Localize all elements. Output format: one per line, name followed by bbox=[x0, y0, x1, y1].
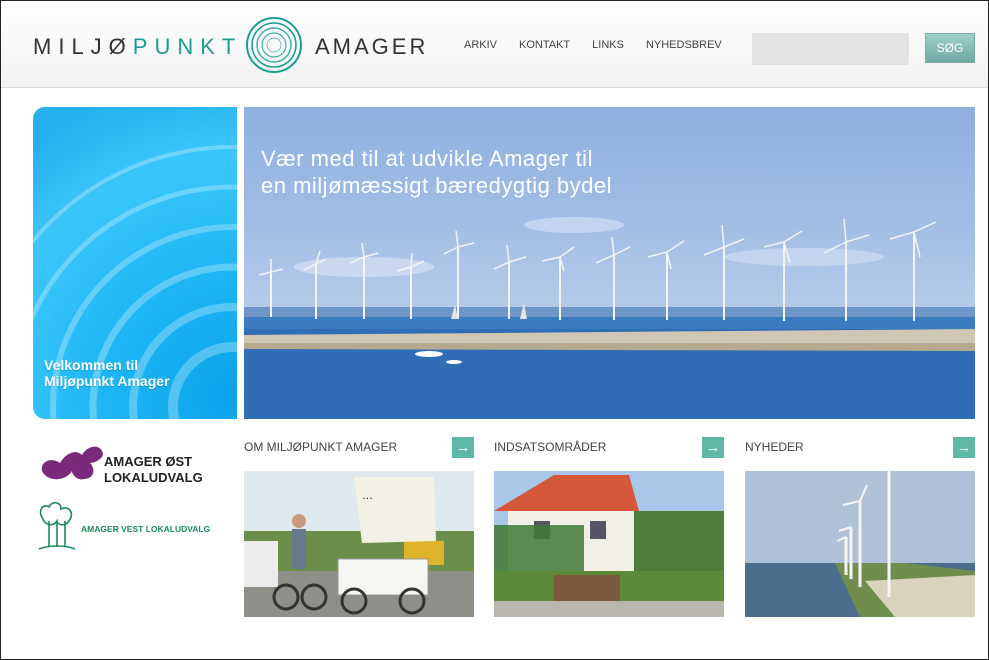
amager-vest-lokaludvalg-logo[interactable]: AMAGER VEST LOKALUDVALG bbox=[35, 501, 235, 556]
logo-text-right: AMAGER bbox=[315, 34, 429, 59]
svg-text:…: … bbox=[362, 490, 373, 502]
logo-text-left: MILJØPUNKT bbox=[33, 34, 243, 59]
nav-nyhedsbrev[interactable]: NYHEDSBREV bbox=[646, 39, 722, 51]
purple-blob-logo-icon: AMAGER ØST LOKALUDVALG bbox=[41, 446, 203, 485]
cargo-bike-photo[interactable]: … bbox=[244, 471, 474, 617]
svg-text:AMAGER ØST: AMAGER ØST bbox=[104, 454, 192, 469]
welcome-panel[interactable]: Velkommen til Miljøpunkt Amager bbox=[33, 107, 237, 419]
arrow-right-icon[interactable]: → bbox=[953, 437, 975, 458]
svg-text:LOKALUDVALG: LOKALUDVALG bbox=[104, 470, 203, 485]
search-button[interactable]: SØG bbox=[925, 33, 975, 63]
card-title[interactable]: INDSATSOMRÅDER bbox=[494, 440, 606, 454]
nav-kontakt[interactable]: KONTAKT bbox=[519, 39, 570, 51]
card-title[interactable]: NYHEDER bbox=[745, 440, 804, 454]
logo-ring-icon bbox=[246, 17, 302, 73]
site-header: MILJØPUNKT AMAGER ARKIV KONTAKT LINKS NY… bbox=[1, 1, 988, 88]
arrow-right-icon[interactable]: → bbox=[452, 437, 474, 458]
page-frame: MILJØPUNKT AMAGER ARKIV KONTAKT LINKS NY… bbox=[0, 0, 989, 660]
nav-links[interactable]: LINKS bbox=[592, 39, 624, 51]
house-photo[interactable] bbox=[494, 471, 724, 617]
hero-tagline: Vær med til at udvikle Amager til en mil… bbox=[261, 146, 613, 198]
search-input[interactable] bbox=[752, 33, 909, 65]
wind-turbines-photo[interactable] bbox=[745, 471, 975, 617]
hero-banner[interactable]: Vær med til at udvikle Amager til en mil… bbox=[244, 107, 975, 419]
trees-logo-icon: AMAGER VEST LOKALUDVALG bbox=[38, 501, 211, 550]
top-nav: ARKIV KONTAKT LINKS NYHEDSBREV bbox=[464, 39, 722, 51]
arrow-right-icon[interactable]: → bbox=[702, 437, 724, 458]
svg-text:AMAGER VEST LOKALUDVALG: AMAGER VEST LOKALUDVALG bbox=[81, 524, 211, 534]
amager-oest-lokaludvalg-logo[interactable]: AMAGER ØST LOKALUDVALG bbox=[38, 439, 228, 487]
nav-arkiv[interactable]: ARKIV bbox=[464, 39, 497, 51]
card-title[interactable]: OM MILJØPUNKT AMAGER bbox=[244, 440, 397, 454]
welcome-text: Velkommen til Miljøpunkt Amager bbox=[44, 357, 170, 389]
